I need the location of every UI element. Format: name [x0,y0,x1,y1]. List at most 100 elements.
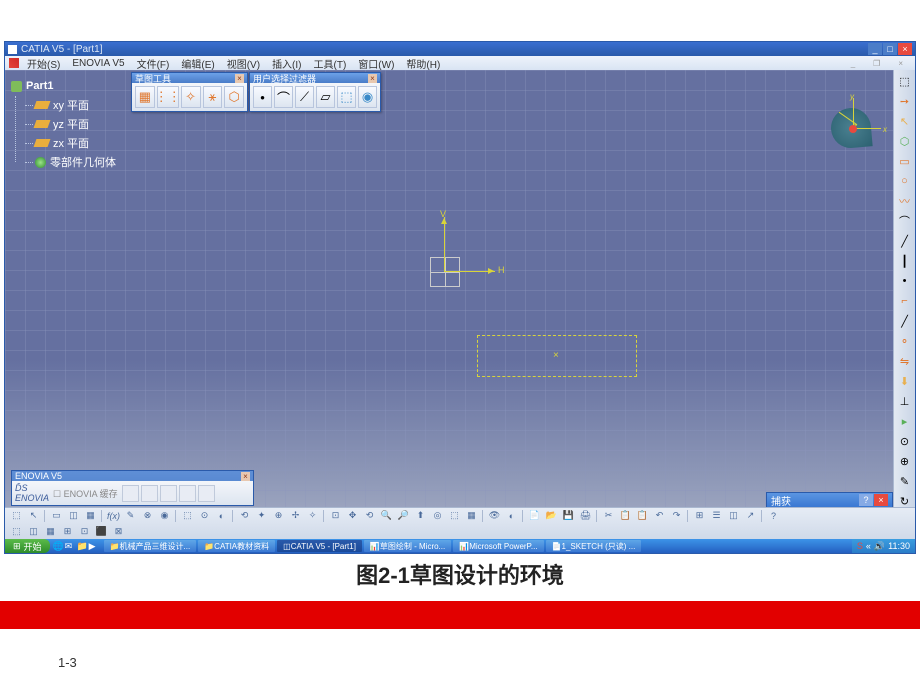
contact-tool[interactable]: ⊙ [896,432,914,450]
t-formula-icon[interactable]: f(x) [106,509,121,523]
clock[interactable]: 11:30 [888,541,910,551]
enovia-panel[interactable]: ENOVIA V5× ĎSENOVIA ☐ ENOVIA 缓存 [11,470,254,506]
spline-tool[interactable]: 〰 [896,192,914,210]
t-paste-icon[interactable]: 📋 [635,509,650,523]
panel-close-icon[interactable]: × [241,472,250,481]
tray-icon[interactable]: 🔊 [874,541,885,552]
t-new-icon[interactable]: 📄 [527,509,542,523]
t-icon[interactable]: ⬚ [9,509,24,523]
t2-icon[interactable]: ⬚ [9,524,24,538]
t-icon[interactable]: ⬚ [447,509,462,523]
t-icon[interactable]: ◫ [726,509,741,523]
t-icon[interactable]: ⊞ [692,509,707,523]
minimize-button[interactable]: _ [868,43,882,55]
start-button[interactable]: ⊞开始 [5,539,50,553]
tree-yz-plane[interactable]: yz 平面 [25,115,116,133]
snap-tool[interactable]: ⋮⋮ [157,86,179,108]
t2-icon[interactable]: ▦ [43,524,58,538]
geo-constraint-tool[interactable]: ⚹ [203,86,223,108]
t2-icon[interactable]: ⬛ [94,524,109,538]
menu-view[interactable]: 视图(V) [221,56,266,71]
tree-xy-plane[interactable]: xy 平面 [25,96,116,114]
tree-zx-plane[interactable]: zx 平面 [25,134,116,152]
tray-icon[interactable]: S [857,541,863,551]
t-icon[interactable]: ◐ [504,509,519,523]
mdi-close-icon[interactable]: × [892,59,909,68]
filter-feature-tool[interactable]: ◉ [358,86,377,108]
sketch-tools-panel[interactable]: 草图工具× ▦ ⋮⋮ ✧ ⚹ ⬡ [131,72,248,112]
task-item[interactable]: 📊 草图绘制 - Micro... [364,540,451,552]
filter-point-tool[interactable]: • [253,86,272,108]
t-icon[interactable]: ⊙ [197,509,212,523]
t-help-icon[interactable]: ? [766,509,781,523]
ql-icon[interactable]: 📁 [77,541,87,551]
arc-tool[interactable]: ⌒ [896,212,914,230]
grid-tool[interactable]: ▦ [135,86,155,108]
task-item[interactable]: 📁 CATIA教材资料 [198,540,275,552]
task-item[interactable]: 📄 1_SKETCH (只读) ... [546,540,641,552]
tree-root[interactable]: Part1 [11,77,116,95]
t-save-icon[interactable]: 💾 [561,509,576,523]
t2-icon[interactable]: ⊞ [60,524,75,538]
tree-partbody[interactable]: 零部件几何体 [25,153,116,171]
t2-icon[interactable]: ◫ [26,524,41,538]
panel-close-icon[interactable]: × [235,74,244,83]
t-icon[interactable]: ⬚ [180,509,195,523]
tool-icon[interactable]: ➙ [896,92,914,110]
enovia-btn-4[interactable] [179,485,196,502]
rectangle-tool[interactable]: ▭ [896,152,914,170]
compass[interactable]: x y z [823,100,879,156]
help-icon[interactable]: ? [859,494,873,506]
enovia-btn-1[interactable] [122,485,139,502]
t-hide-icon[interactable]: 👁 [487,509,502,523]
t-icon[interactable]: ◫ [66,509,81,523]
point-tool[interactable]: • [896,272,914,290]
edit-tool[interactable]: ✎ [896,472,914,490]
t-icon[interactable]: ⊕ [271,509,286,523]
t-zoomin-icon[interactable]: 🔍 [379,509,394,523]
t2-icon[interactable]: ⊡ [77,524,92,538]
t-fit-icon[interactable]: ⊡ [328,509,343,523]
line-tool[interactable]: ╱ [896,232,914,250]
t-print-icon[interactable]: 🖨 [578,509,593,523]
t-icon[interactable]: ✎ [123,509,138,523]
t-icon[interactable]: ⟲ [237,509,252,523]
ql-icon[interactable]: ▶ [89,541,99,551]
menu-file[interactable]: 文件(F) [131,56,176,71]
t-icon[interactable]: ◐ [214,509,229,523]
filter-surface-tool[interactable]: ▱ [316,86,335,108]
filter-volume-tool[interactable]: ⬚ [337,86,356,108]
ql-icon[interactable]: ✉ [65,541,75,551]
mdi-minimize-icon[interactable]: _ [845,59,861,68]
task-item[interactable]: 📁 机械产品三维设计... [104,540,197,552]
t-undo-icon[interactable]: ↶ [652,509,667,523]
menu-insert[interactable]: 插入(I) [266,56,307,71]
ql-icon[interactable]: 🌐 [53,541,63,551]
enovia-btn-3[interactable] [160,485,177,502]
menu-help[interactable]: 帮助(H) [400,56,446,71]
tray-icon[interactable]: « [866,541,871,551]
menu-tools[interactable]: 工具(T) [308,56,353,71]
animate-tool[interactable]: ▸ [896,412,914,430]
trim-tool[interactable]: ⚬ [896,332,914,350]
t-icon[interactable]: ▭ [49,509,64,523]
constraint-tool[interactable]: ⊥ [896,392,914,410]
t-rotate-icon[interactable]: ⟲ [362,509,377,523]
corner-tool[interactable]: ⌐ [896,292,914,310]
t-redo-icon[interactable]: ↷ [669,509,684,523]
t-icon[interactable]: ⊗ [140,509,155,523]
t-pan-icon[interactable]: ✥ [345,509,360,523]
task-item[interactable]: 📊 Microsoft PowerP... [453,540,543,552]
select-tool[interactable]: ↖ [896,112,914,130]
axis-tool[interactable]: ┃ [896,252,914,270]
menu-enovia[interactable]: ENOVIA V5 [66,58,130,69]
enovia-btn-5[interactable] [198,485,215,502]
construction-tool[interactable]: ✧ [181,86,201,108]
t-open-icon[interactable]: 📂 [544,509,559,523]
t-icon[interactable]: ◎ [430,509,445,523]
task-item-active[interactable]: ◫ CATIA V5 - [Part1] [277,540,362,552]
close-button[interactable]: × [898,43,912,55]
mdi-restore-icon[interactable]: ❐ [867,59,886,68]
t-icon[interactable]: ◉ [157,509,172,523]
dim-constraint-tool[interactable]: ⬡ [224,86,244,108]
